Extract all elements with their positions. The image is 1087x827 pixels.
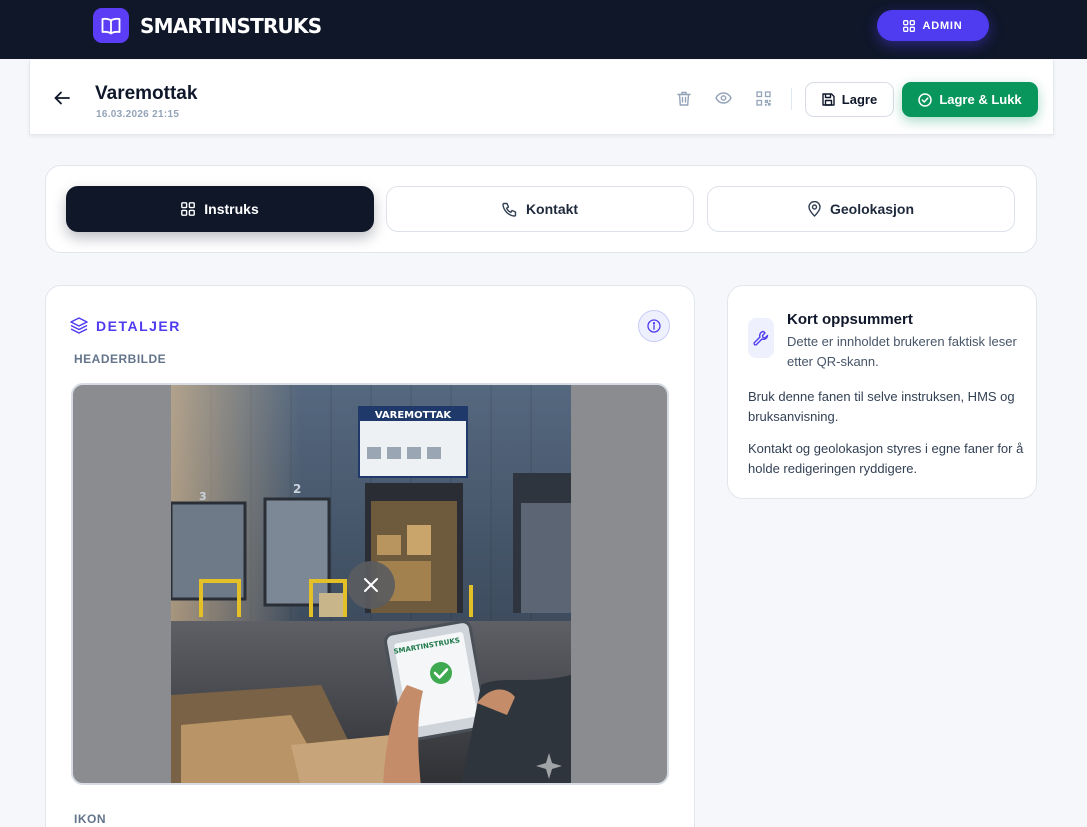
last-saved-timestamp: 16.03.2026 21:15: [96, 109, 180, 120]
arrow-left-icon: [54, 91, 70, 105]
preview-button[interactable]: [714, 89, 732, 107]
info-icon: [647, 319, 661, 333]
tab-label: Instruks: [204, 201, 259, 217]
admin-label: ADMIN: [922, 19, 963, 32]
layers-icon: [70, 317, 88, 334]
icon-field-label: IKON: [74, 812, 106, 826]
photo-sign-text: VAREMOTTAK: [375, 410, 453, 421]
tab-kontakt[interactable]: Kontakt: [386, 186, 694, 232]
qr-code-button[interactable]: [754, 89, 772, 107]
editor-header: Varemottak 16.03.2026 21:15 Lagre Lagre …: [29, 60, 1054, 135]
brand[interactable]: SMARTINSTRUKS: [93, 8, 322, 43]
summary-title: Kort oppsummert: [787, 311, 913, 328]
tab-label: Geolokasjon: [829, 201, 915, 217]
grid-icon: [903, 19, 916, 32]
admin-button[interactable]: ADMIN: [877, 10, 989, 41]
close-icon: [364, 578, 378, 592]
book-open-icon: [93, 8, 129, 43]
photo-door-number: 2: [293, 482, 301, 496]
save-and-close-label: Lagre & Lukk: [939, 92, 1022, 107]
summary-subtitle: Dette er innholdet brukeren faktisk lese…: [787, 334, 1017, 369]
back-button[interactable]: [52, 88, 72, 108]
save-button[interactable]: Lagre: [805, 82, 894, 117]
tab-label: Kontakt: [525, 201, 579, 217]
wrench-icon: [748, 318, 774, 358]
tab-instruks[interactable]: Instruks: [66, 186, 374, 232]
details-card: DETALJER HEADERBILDE VAREMOTTAK 2 3 SMAR…: [45, 285, 695, 827]
summary-card: Kort oppsummert Dette er innholdet bruke…: [727, 285, 1037, 499]
delete-button[interactable]: [675, 89, 693, 107]
save-and-close-button[interactable]: Lagre & Lukk: [902, 82, 1038, 117]
tab-geolokasjon[interactable]: Geolokasjon: [707, 186, 1015, 232]
tab-bar: Instruks Kontakt Geolokasjon: [45, 165, 1037, 253]
map-pin-icon: [808, 201, 821, 217]
save-label: Lagre: [841, 92, 878, 107]
photo-door-number: 3: [199, 490, 207, 503]
trash-icon: [677, 91, 691, 106]
eye-icon: [714, 92, 732, 104]
info-button[interactable]: [638, 310, 670, 342]
section-title-text: DETALJER: [96, 317, 181, 334]
page-title: Varemottak: [95, 83, 198, 104]
brand-name: SMARTINSTRUKS: [140, 13, 322, 38]
section-title: DETALJER: [70, 317, 181, 334]
phone-icon: [502, 202, 517, 217]
toolbar-divider: [791, 88, 792, 110]
summary-paragraph: Kontakt og geolokasjon styres i egne fan…: [748, 441, 1024, 476]
top-navbar: SMARTINSTRUKS ADMIN: [0, 0, 1087, 59]
grid-icon: [181, 202, 196, 216]
floppy-disk-icon: [822, 93, 835, 106]
header-image-preview[interactable]: VAREMOTTAK 2 3 SMARTINSTRUKS: [71, 383, 669, 785]
check-circle-icon: [918, 92, 933, 107]
summary-paragraph: Bruk denne fanen til selve instruksen, H…: [748, 389, 1015, 424]
header-image-label: HEADERBILDE: [74, 352, 167, 366]
remove-image-button[interactable]: [347, 561, 395, 609]
qr-code-icon: [755, 90, 771, 106]
